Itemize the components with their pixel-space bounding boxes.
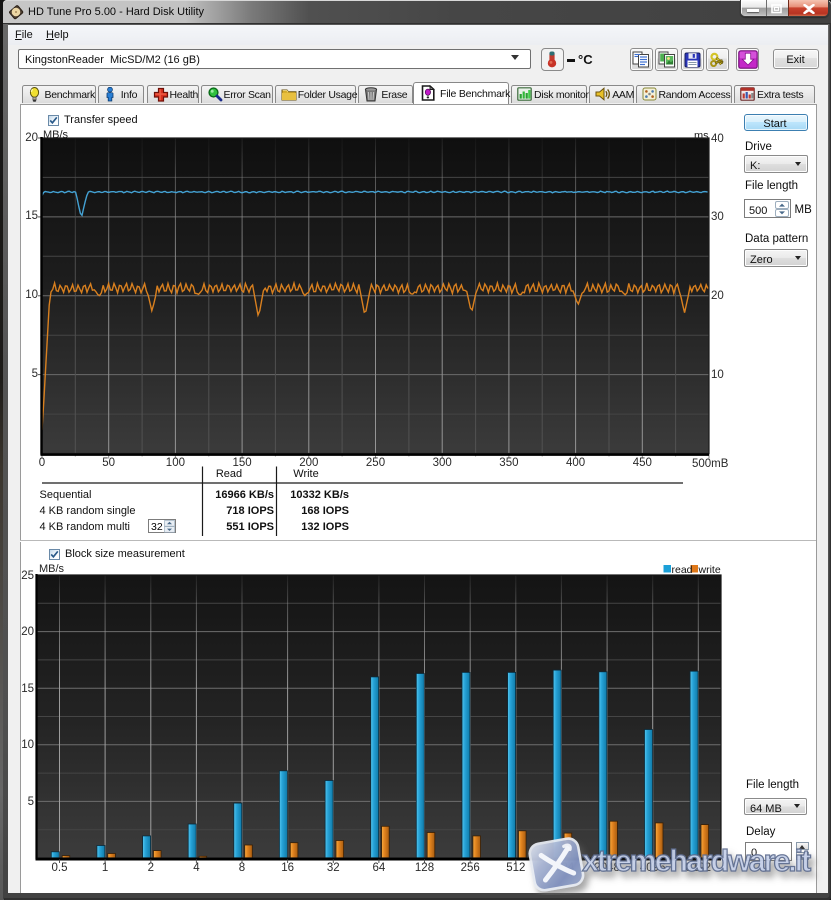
svg-text:xtremehardware.it: xtremehardware.it <box>582 844 811 878</box>
